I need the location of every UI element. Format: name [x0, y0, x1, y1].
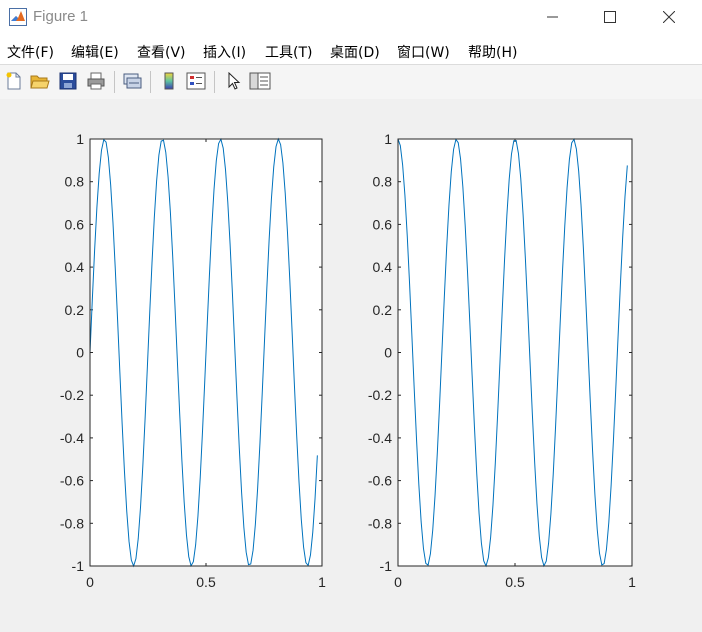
x-tick-label: 0.5: [505, 574, 525, 590]
toolbar-separator: [214, 71, 215, 93]
y-tick-label: 0.2: [373, 302, 393, 318]
menu-window[interactable]: 窗口(W): [397, 42, 450, 62]
y-tick-label: 0.2: [65, 302, 85, 318]
plot-canvas: 1 0.8 0.6 0.4 0.2 0 -0.2 -0.4 -0.6 -0.8 -1 0 0.5 1 1…: [60, 131, 636, 590]
menu-bar: 文件(F) 编辑(E) 查看(V) 插入(I) 工具(T) 桌面(D) 窗口(W…: [0, 34, 702, 88]
insert-colorbar-button[interactable]: [158, 70, 180, 92]
minimize-button[interactable]: [530, 0, 576, 34]
y-tick-label: -0.2: [60, 387, 84, 403]
save-icon: [59, 72, 77, 90]
toolbar-separator: [150, 71, 151, 93]
close-button[interactable]: [646, 0, 692, 34]
open-file-button[interactable]: [29, 70, 51, 92]
y-tick-label: -0.8: [368, 515, 392, 531]
print-icon: [87, 72, 105, 90]
axes-right[interactable]: 1 0.8 0.6 0.4 0.2 0 -0.2 -0.4 -0.6 -0.8 -1 0 0.5 1: [368, 131, 636, 590]
y-tick-label: -0.4: [368, 430, 392, 446]
y-tick-label: 0.6: [65, 216, 85, 232]
y-tick-label: 0.4: [65, 259, 85, 275]
x-tick-label: 0: [394, 574, 402, 590]
y-tick-label: -0.6: [60, 473, 84, 489]
open-file-icon: [30, 75, 50, 89]
axes-left[interactable]: 1 0.8 0.6 0.4 0.2 0 -0.2 -0.4 -0.6 -0.8 -1 0 0.5 1: [60, 131, 326, 590]
y-tick-label: -0.8: [60, 515, 84, 531]
y-tick-label: -0.2: [368, 387, 392, 403]
edit-plot-icon: [228, 72, 241, 90]
save-button[interactable]: [57, 70, 79, 92]
x-tick-label: 0: [86, 574, 94, 590]
window-title: Figure 1: [33, 8, 89, 25]
menu-insert[interactable]: 插入(I): [203, 42, 246, 62]
figure-window: Figure 1 文件(F) 编辑(E) 查看(V) 插入(I) 工具(T) 桌…: [0, 0, 702, 628]
maximize-button[interactable]: [587, 0, 633, 34]
link-plot-icon: [123, 73, 142, 89]
y-tick-label: -1: [72, 558, 85, 574]
link-plot-button[interactable]: [121, 70, 143, 92]
edit-plot-button[interactable]: [223, 70, 245, 92]
y-tick-label: -1: [380, 558, 393, 574]
minimize-icon: [547, 16, 558, 18]
y-tick-label: -0.6: [368, 473, 392, 489]
y-tick-label: 1: [76, 131, 84, 147]
y-tick-label: 0: [384, 345, 392, 361]
print-button[interactable]: [85, 70, 107, 92]
menu-help[interactable]: 帮助(H): [468, 42, 517, 62]
new-figure-icon: [6, 72, 21, 90]
insert-legend-button[interactable]: [185, 70, 207, 92]
menu-desktop[interactable]: 桌面(D): [330, 42, 380, 62]
figure-toolbar: [0, 64, 702, 100]
menu-file[interactable]: 文件(F): [7, 42, 54, 62]
toolbar-separator: [114, 71, 115, 93]
close-icon: [663, 11, 675, 23]
y-tick-label: 0.4: [373, 259, 393, 275]
insert-legend-icon: [186, 72, 206, 90]
insert-colorbar-icon: [164, 72, 174, 90]
y-tick-label: 0.6: [373, 216, 393, 232]
title-bar[interactable]: Figure 1: [0, 0, 702, 34]
y-tick-label: 0.8: [65, 174, 85, 190]
x-tick-label: 0.5: [196, 574, 216, 590]
menu-edit[interactable]: 编辑(E): [71, 42, 119, 62]
y-tick-label: 0.8: [373, 174, 393, 190]
property-inspector-button[interactable]: [249, 70, 271, 92]
matlab-logo-icon: [9, 8, 27, 26]
y-tick-label: -0.4: [60, 430, 84, 446]
menu-tools[interactable]: 工具(T): [265, 42, 312, 62]
new-figure-button[interactable]: [3, 70, 25, 92]
menu-view[interactable]: 查看(V): [137, 42, 186, 62]
maximize-icon: [604, 11, 616, 23]
axes-background: [398, 139, 632, 566]
y-tick-label: 1: [384, 131, 392, 147]
x-tick-label: 1: [318, 574, 326, 590]
y-tick-label: 0: [76, 345, 84, 361]
x-tick-label: 1: [628, 574, 636, 590]
property-inspector-icon: [249, 72, 271, 90]
figure-canvas[interactable]: 1 0.8 0.6 0.4 0.2 0 -0.2 -0.4 -0.6 -0.8 -1 0 0.5 1 1…: [0, 99, 702, 628]
